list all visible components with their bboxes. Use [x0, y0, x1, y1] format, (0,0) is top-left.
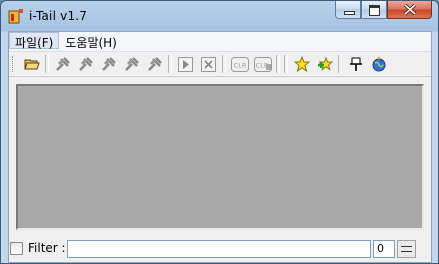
filter-spinner[interactable]: [397, 240, 416, 258]
spin-down-icon[interactable]: [401, 251, 412, 252]
close-button[interactable]: [387, 1, 432, 19]
toolbar-separator: [45, 55, 49, 73]
window-title: i-Tail v1.7: [29, 9, 88, 23]
minimize-button[interactable]: [335, 1, 361, 19]
toolbar-separator: [168, 55, 172, 73]
filter-count[interactable]: 0: [373, 240, 395, 258]
play-icon: [178, 56, 193, 72]
maximize-icon: [369, 5, 380, 16]
pushpin-icon: [55, 57, 70, 71]
pushpin-icon: [101, 57, 116, 71]
toolbar-grip[interactable]: [12, 56, 16, 72]
stop-button[interactable]: [197, 53, 220, 75]
toolbar: CLR CLR: [9, 52, 431, 77]
pushpin-icon: [124, 57, 139, 71]
close-icon: [404, 4, 416, 15]
filter-checkbox[interactable]: [10, 242, 23, 255]
client-area: 파일(F) 도움말(H) CLR CLR Filter: 0: [8, 31, 432, 263]
menu-file[interactable]: 파일(F): [9, 32, 60, 50]
stop-icon: [201, 56, 216, 72]
app-icon[interactable]: [8, 8, 24, 24]
minimize-icon: [344, 11, 355, 15]
app-window: i-Tail v1.7 파일(F) 도움말(H) CLR CLR Filter …: [0, 0, 439, 264]
pin-button-5[interactable]: [143, 53, 166, 75]
pushpin-icon: [147, 57, 162, 71]
web-button[interactable]: [367, 53, 390, 75]
clear-button-1[interactable]: CLR: [228, 53, 251, 75]
title-bar[interactable]: i-Tail v1.7: [1, 1, 438, 31]
filter-bar: Filter : 0: [9, 238, 431, 262]
clear-icon: CLR: [230, 56, 249, 72]
star-icon: [293, 56, 310, 72]
toolbar-separator: [222, 55, 226, 73]
always-on-top-button[interactable]: [344, 53, 367, 75]
clear-button-2[interactable]: CLR: [251, 53, 274, 75]
open-folder-button[interactable]: [20, 53, 43, 75]
star-add-icon: [317, 56, 333, 71]
maximize-button[interactable]: [361, 1, 387, 19]
favorites-button[interactable]: [313, 53, 336, 75]
caption-buttons: [335, 1, 432, 21]
pin-button-4[interactable]: [120, 53, 143, 75]
pin-window-icon: [349, 57, 362, 71]
menu-bar: 파일(F) 도움말(H): [9, 32, 431, 52]
spin-up-icon[interactable]: [401, 246, 412, 247]
toolbar-separator: [338, 55, 342, 73]
pin-button-3[interactable]: [97, 53, 120, 75]
toolbar-separator: [276, 55, 280, 73]
log-view[interactable]: [16, 84, 424, 230]
pushpin-icon: [78, 57, 93, 71]
clear-all-icon: CLR: [253, 56, 272, 72]
globe-icon: [372, 57, 385, 72]
play-button[interactable]: [174, 53, 197, 75]
open-folder-icon: [23, 59, 40, 70]
pin-button-1[interactable]: [51, 53, 74, 75]
toolbar-separator: [284, 55, 288, 73]
menu-help[interactable]: 도움말(H): [59, 32, 123, 51]
filter-input[interactable]: [67, 240, 371, 258]
pin-button-2[interactable]: [74, 53, 97, 75]
clear-label: CLR: [233, 61, 246, 69]
filter-label: Filter :: [28, 241, 66, 255]
add-favorite-button[interactable]: [290, 53, 313, 75]
